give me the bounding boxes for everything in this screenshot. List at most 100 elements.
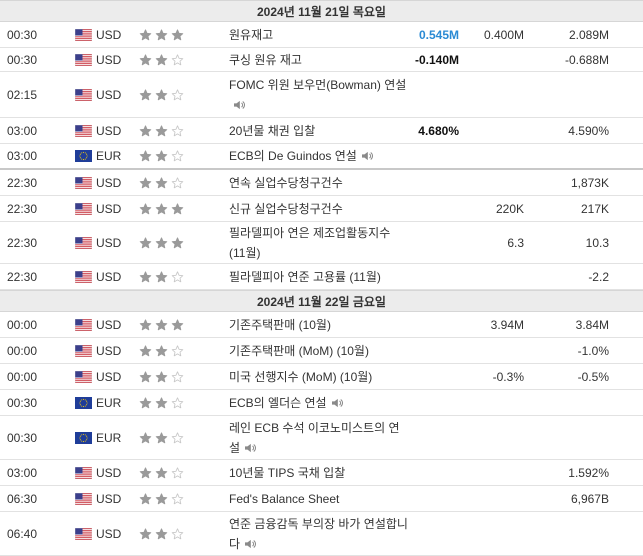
- event-forecast: -0.3%: [492, 369, 524, 384]
- event-row[interactable]: 00:30 EUR 레인 ECB 수석 이코노미스트의 연설: [0, 416, 643, 460]
- star-empty-icon: [171, 150, 184, 163]
- event-time: 00:00: [7, 317, 38, 332]
- event-row[interactable]: 22:30 USD 연속 실업수당청구건수 1,873K: [0, 170, 643, 196]
- event-row[interactable]: 03:00 USD 20년물 채권 입찰 4.680% 4.590%: [0, 118, 643, 144]
- event-currency: EUR: [96, 430, 122, 445]
- event-time: 22:30: [7, 175, 38, 190]
- eu-flag-icon: [75, 396, 92, 409]
- event-name-text[interactable]: ECB의 엘더슨 연설: [229, 396, 327, 410]
- event-row[interactable]: 22:30 USD 필라델피아 연은 제조업활동지수 (11월) 6.3 10.3: [0, 222, 643, 264]
- event-currency: USD: [96, 317, 122, 332]
- event-name[interactable]: 필라델피아 연은 제조업활동지수 (11월): [229, 223, 409, 263]
- event-name-text[interactable]: Fed's Balance Sheet: [229, 492, 339, 506]
- event-name[interactable]: 쿠싱 원유 재고: [229, 50, 409, 70]
- event-name-text[interactable]: 기존주택판매 (MoM) (10월): [229, 344, 369, 358]
- day-header: 2024년 11월 22일 금요일: [0, 290, 643, 312]
- event-row[interactable]: 02:15 USD FOMC 위원 보우먼(Bowman) 연설: [0, 72, 643, 118]
- event-previous: 1,873K: [570, 175, 609, 190]
- event-name[interactable]: ECB의 엘더슨 연설: [229, 393, 409, 413]
- star-filled-icon: [139, 466, 152, 479]
- speaker-icon: [240, 537, 257, 551]
- event-name[interactable]: 10년물 TIPS 국채 입찰: [229, 463, 409, 483]
- event-name[interactable]: Fed's Balance Sheet: [229, 489, 409, 509]
- event-row[interactable]: 06:30 USD Fed's Balance Sheet 6,967B: [0, 486, 643, 512]
- event-name-text[interactable]: 원유재고: [229, 28, 273, 42]
- event-time: 03:00: [7, 149, 38, 163]
- event-name[interactable]: 원유재고: [229, 25, 409, 45]
- event-name[interactable]: 연준 금융감독 부의장 바가 연설합니다: [229, 514, 409, 554]
- star-filled-icon: [139, 202, 152, 215]
- day-header: 2024년 11월 21일 목요일: [0, 0, 643, 22]
- event-row[interactable]: 06:40 USD 연준 금융감독 부의장 바가 연설합니다: [0, 512, 643, 556]
- event-name-text[interactable]: FOMC 위원 보우먼(Bowman) 연설: [229, 78, 406, 92]
- event-name[interactable]: 기존주택판매 (MoM) (10월): [229, 341, 409, 361]
- event-forecast: 3.94M: [490, 317, 524, 332]
- event-name[interactable]: FOMC 위원 보우먼(Bowman) 연설: [229, 75, 409, 115]
- event-currency: USD: [96, 52, 122, 67]
- event-forecast: 0.400M: [483, 27, 524, 42]
- event-currency: USD: [96, 87, 122, 102]
- star-filled-icon: [155, 396, 168, 409]
- us-flag-icon: [75, 176, 92, 189]
- economic-calendar: 2024년 11월 21일 목요일 00:30 USD 원유재고 0.545M 0.400…: [0, 0, 643, 556]
- importance-stars: [139, 202, 184, 215]
- event-name-text[interactable]: 20년물 채권 입찰: [229, 124, 315, 138]
- event-name[interactable]: 20년물 채권 입찰: [229, 121, 409, 141]
- star-empty-icon: [171, 176, 184, 189]
- event-name-text[interactable]: ECB의 De Guindos 연설: [229, 149, 357, 163]
- us-flag-icon: [75, 527, 92, 540]
- event-time: 00:00: [7, 343, 38, 358]
- star-filled-icon: [171, 318, 184, 331]
- event-name[interactable]: ECB의 De Guindos 연설: [229, 146, 409, 166]
- event-name[interactable]: 필라델피아 연준 고용률 (11월): [229, 267, 409, 287]
- event-row[interactable]: 00:00 USD 기존주택판매 (MoM) (10월) -1.0%: [0, 338, 643, 364]
- event-name[interactable]: 연속 실업수당청구건수: [229, 173, 409, 193]
- event-previous: 3.84M: [575, 317, 609, 332]
- us-flag-icon: [75, 53, 92, 66]
- star-filled-icon: [139, 270, 152, 283]
- event-name-text[interactable]: 미국 선행지수 (MoM) (10월): [229, 370, 372, 384]
- event-name-text[interactable]: 필라델피아 연은 제조업활동지수 (11월): [229, 226, 390, 260]
- event-row[interactable]: 03:00 EUR ECB의 De Guindos 연설: [0, 144, 643, 170]
- event-row[interactable]: 00:00 USD 미국 선행지수 (MoM) (10월) -0.3% -0.5%: [0, 364, 643, 390]
- importance-stars: [139, 527, 184, 540]
- star-filled-icon: [155, 236, 168, 249]
- event-row[interactable]: 22:30 USD 신규 실업수당청구건수 220K 217K: [0, 196, 643, 222]
- event-name-text[interactable]: 기존주택판매 (10월): [229, 318, 331, 332]
- event-name[interactable]: 신규 실업수당청구건수: [229, 199, 409, 219]
- event-name[interactable]: 미국 선행지수 (MoM) (10월): [229, 367, 409, 387]
- event-name[interactable]: 레인 ECB 수석 이코노미스트의 연설: [229, 418, 409, 458]
- event-currency: USD: [96, 343, 122, 358]
- event-row[interactable]: 00:30 USD 원유재고 0.545M 0.400M 2.089M: [0, 22, 643, 48]
- speaker-icon: [327, 396, 343, 410]
- event-previous: -1.0%: [577, 343, 609, 358]
- event-name[interactable]: 기존주택판매 (10월): [229, 315, 409, 335]
- event-time: 06:40: [7, 526, 38, 541]
- star-filled-icon: [139, 431, 152, 444]
- event-name-text[interactable]: 신규 실업수당청구건수: [229, 202, 343, 216]
- us-flag-icon: [75, 466, 92, 479]
- event-currency: USD: [96, 526, 122, 541]
- event-actual: 0.545M: [418, 27, 459, 42]
- star-filled-icon: [155, 270, 168, 283]
- event-name-text[interactable]: 연속 실업수당청구건수: [229, 176, 343, 190]
- event-currency: USD: [96, 201, 122, 216]
- event-name-text[interactable]: 필라델피아 연준 고용률 (11월): [229, 270, 381, 284]
- event-currency: USD: [96, 369, 122, 384]
- event-currency: USD: [96, 491, 122, 506]
- event-previous: 10.3: [585, 235, 609, 250]
- event-name-text[interactable]: 10년물 TIPS 국채 입찰: [229, 466, 345, 480]
- event-row[interactable]: 00:00 USD 기존주택판매 (10월) 3.94M 3.84M: [0, 312, 643, 338]
- star-filled-icon: [139, 527, 152, 540]
- event-name-text[interactable]: 쿠싱 원유 재고: [229, 53, 302, 67]
- star-filled-icon: [155, 492, 168, 505]
- us-flag-icon: [75, 88, 92, 101]
- event-row[interactable]: 03:00 USD 10년물 TIPS 국채 입찰 1.592%: [0, 460, 643, 486]
- importance-stars: [139, 318, 184, 331]
- speaker-icon: [357, 149, 373, 163]
- event-row[interactable]: 22:30 USD 필라델피아 연준 고용률 (11월) -2.2: [0, 264, 643, 290]
- event-row[interactable]: 00:30 EUR ECB의 엘더슨 연설: [0, 390, 643, 416]
- eu-flag-icon: [75, 431, 92, 444]
- star-empty-icon: [171, 344, 184, 357]
- event-row[interactable]: 00:30 USD 쿠싱 원유 재고 -0.140M -0.688M: [0, 48, 643, 72]
